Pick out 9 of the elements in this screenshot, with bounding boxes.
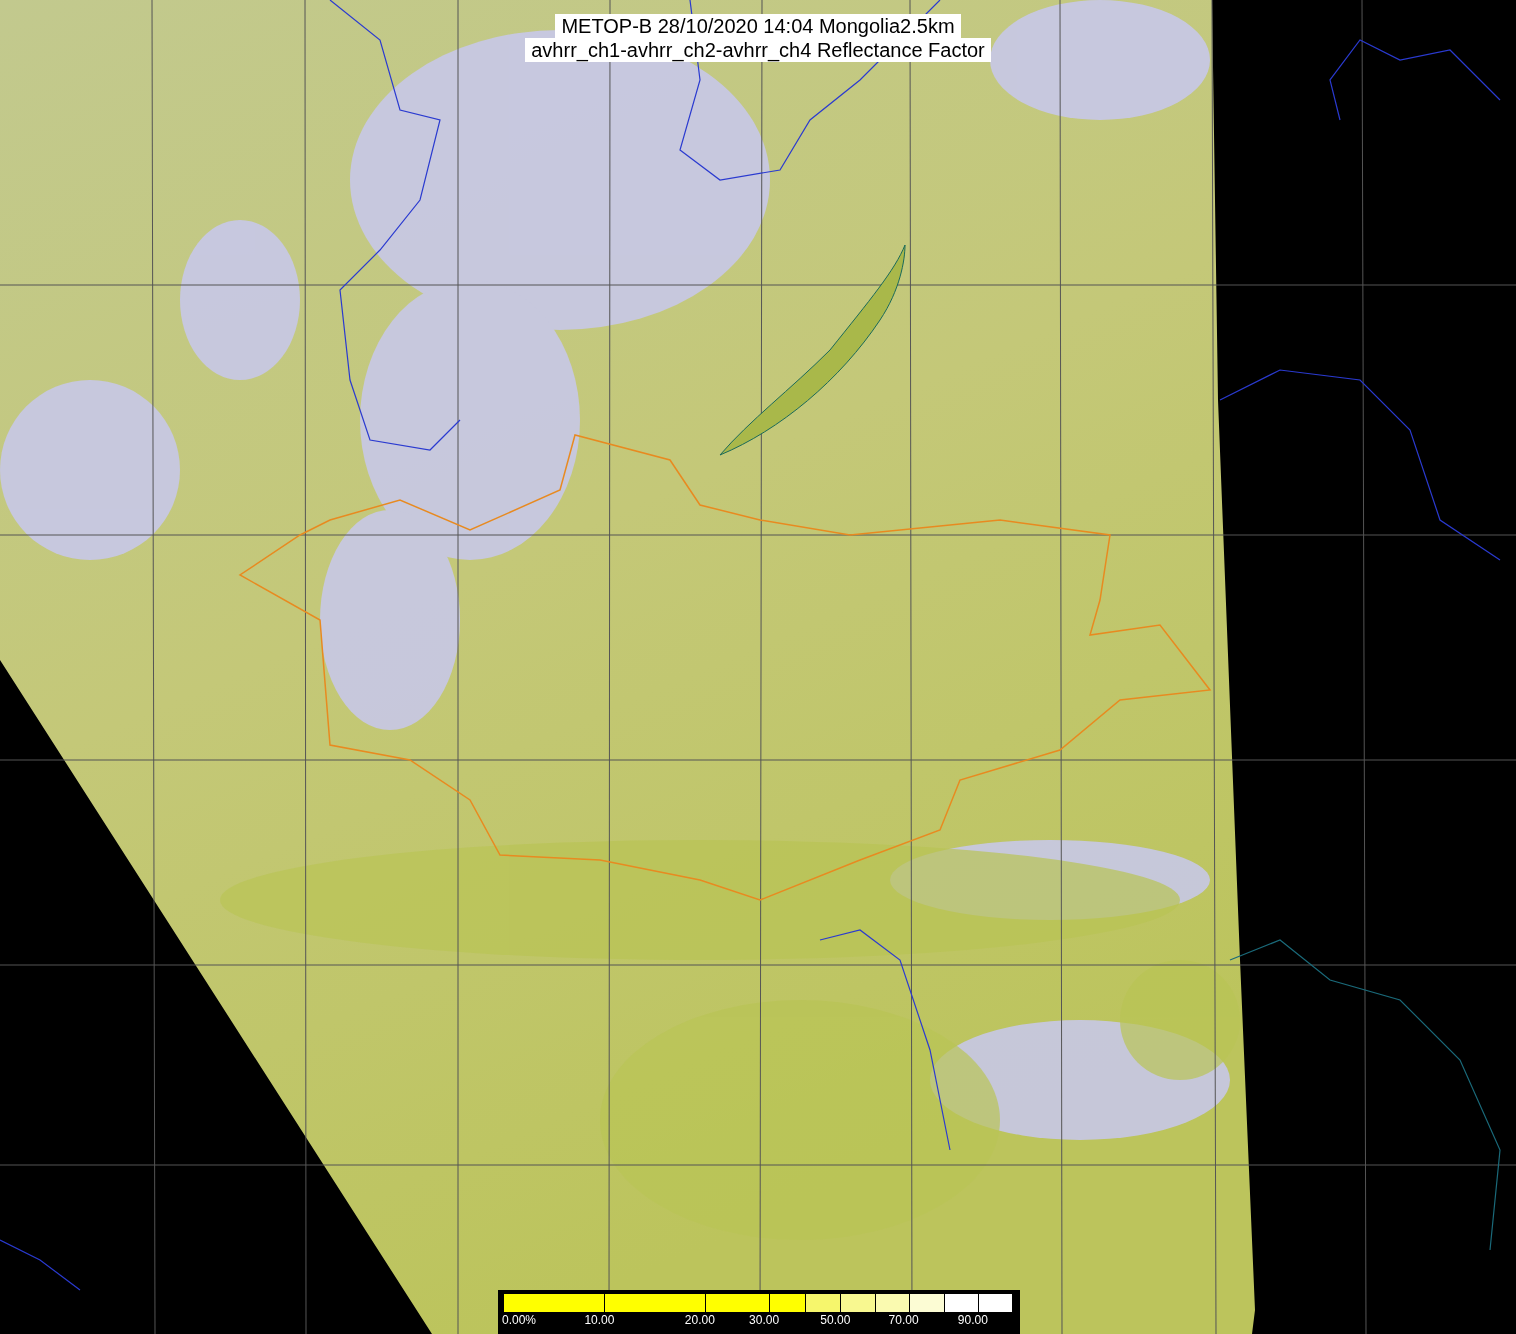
- scale-label: 0.00%: [502, 1312, 537, 1328]
- scale-label: 30.00: [749, 1312, 780, 1328]
- map-title: METOP-B 28/10/2020 14:04 Mongolia2.5km: [555, 14, 961, 38]
- scale-label: 50.00: [820, 1312, 851, 1328]
- scale-label: 70.00: [888, 1312, 919, 1328]
- map-subtitle: avhrr_ch1-avhrr_ch2-avhrr_ch4 Reflectance Factor: [525, 38, 991, 62]
- scale-label: 10.00: [584, 1312, 615, 1328]
- scale-label: 20.00: [684, 1312, 715, 1328]
- scale-label: 90.00: [957, 1312, 988, 1328]
